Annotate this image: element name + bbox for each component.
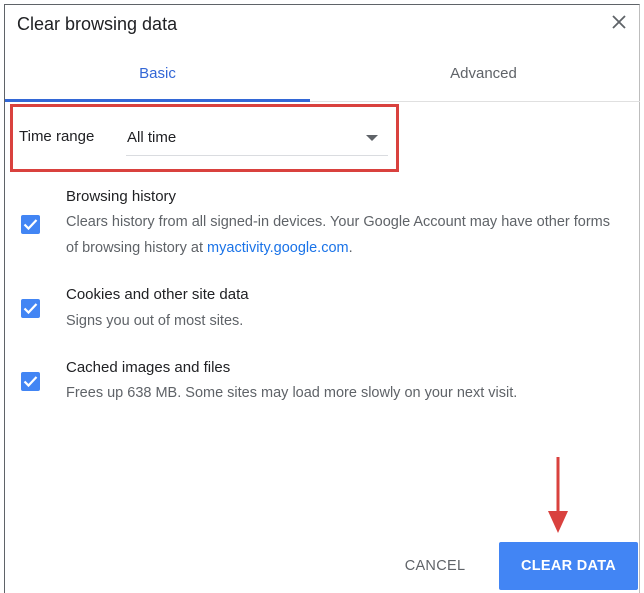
time-range-select[interactable]: All time	[126, 121, 388, 156]
cookies-description: Signs you out of most sites.	[66, 313, 244, 329]
time-range-highlight: Time range All time	[10, 104, 399, 172]
tab-advanced[interactable]: Advanced	[331, 55, 636, 101]
down-arrow-icon	[548, 457, 568, 533]
clear-data-button[interactable]: CLEAR DATA	[499, 542, 638, 590]
clear-browsing-data-dialog: Clear browsing data Basic Advanced Time …	[4, 4, 640, 593]
time-range-label: Time range	[19, 128, 95, 145]
checkmark-icon	[23, 219, 38, 231]
cached-images-description: Frees up 638 MB. Some sites may load mor…	[66, 385, 518, 401]
browsing-history-description: Clears history from all signed-in device…	[66, 209, 626, 261]
active-tab-indicator	[5, 99, 310, 102]
browsing-history-title: Browsing history	[66, 188, 177, 205]
cancel-button[interactable]: CANCEL	[390, 546, 480, 586]
time-range-value: All time	[127, 129, 177, 146]
chevron-down-icon	[366, 135, 378, 141]
browsing-history-checkbox[interactable]	[21, 215, 40, 234]
cookies-checkbox[interactable]	[21, 299, 40, 318]
close-button[interactable]	[608, 11, 630, 33]
browsing-history-desc-end: .	[348, 240, 353, 256]
cached-images-checkbox[interactable]	[21, 372, 40, 391]
tab-basic[interactable]: Basic	[5, 55, 310, 101]
myactivity-link[interactable]: myactivity.google.com	[207, 240, 349, 256]
dialog-title: Clear browsing data	[17, 14, 178, 34]
checkmark-icon	[23, 376, 38, 388]
close-icon	[612, 15, 626, 29]
cookies-title: Cookies and other site data	[66, 286, 249, 303]
checkmark-icon	[23, 303, 38, 315]
cached-images-title: Cached images and files	[66, 359, 231, 376]
tab-bar: Basic Advanced	[5, 55, 640, 102]
